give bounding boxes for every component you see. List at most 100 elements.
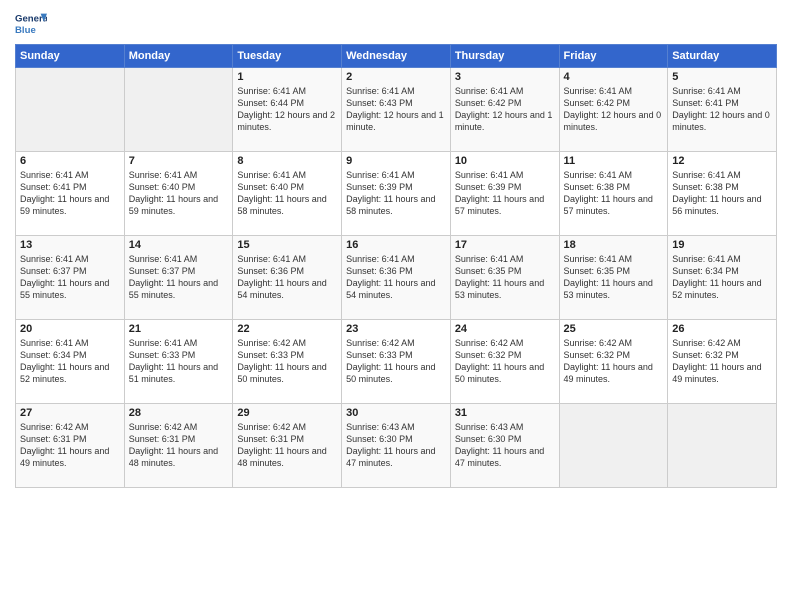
calendar-cell: 12 Sunrise: 6:41 AMSunset: 6:38 PMDayligh… <box>668 152 777 236</box>
cell-info: Sunrise: 6:41 AMSunset: 6:44 PMDaylight:… <box>237 86 335 132</box>
calendar-cell: 27 Sunrise: 6:42 AMSunset: 6:31 PMDayligh… <box>16 404 125 488</box>
calendar-cell: 10Sunrise: 6:41 AMSunset: 6:39 PMDayligh… <box>450 152 559 236</box>
day-number: 27 <box>20 407 120 419</box>
day-number: 5 <box>672 71 772 83</box>
day-header-wednesday: Wednesday <box>342 45 451 68</box>
day-number: 17 <box>455 239 555 251</box>
cell-info: Sunrise: 6:43 AMSunset: 6:30 PMDaylight:… <box>455 422 544 468</box>
day-number: 30 <box>346 407 446 419</box>
day-number: 31 <box>455 407 555 419</box>
day-number: 18 <box>564 239 664 251</box>
calendar-cell: 11 Sunrise: 6:41 AMSunset: 6:38 PMDayligh… <box>559 152 668 236</box>
cell-info: Sunrise: 6:41 AMSunset: 6:43 PMDaylight:… <box>346 86 444 132</box>
day-number: 15 <box>237 239 337 251</box>
day-number: 19 <box>672 239 772 251</box>
day-number: 20 <box>20 323 120 335</box>
cell-info: Sunrise: 6:41 AMSunset: 6:34 PMDaylight:… <box>672 254 761 300</box>
week-row-2: 6 Sunrise: 6:41 AMSunset: 6:41 PMDaylight… <box>16 152 777 236</box>
day-number: 8 <box>237 155 337 167</box>
cell-info: Sunrise: 6:41 AMSunset: 6:36 PMDaylight:… <box>237 254 326 300</box>
day-number: 1 <box>237 71 337 83</box>
day-number: 22 <box>237 323 337 335</box>
calendar-cell <box>16 68 125 152</box>
cell-info: Sunrise: 6:42 AMSunset: 6:32 PMDaylight:… <box>455 338 544 384</box>
cell-info: Sunrise: 6:41 AMSunset: 6:40 PMDaylight:… <box>129 170 218 216</box>
day-number: 12 <box>672 155 772 167</box>
cell-info: Sunrise: 6:41 AMSunset: 6:34 PMDaylight:… <box>20 338 109 384</box>
day-number: 28 <box>129 407 229 419</box>
cell-info: Sunrise: 6:41 AMSunset: 6:38 PMDaylight:… <box>564 170 653 216</box>
calendar-cell: 14 Sunrise: 6:41 AMSunset: 6:37 PMDayligh… <box>124 236 233 320</box>
calendar-cell: 7Sunrise: 6:41 AMSunset: 6:40 PMDaylight… <box>124 152 233 236</box>
cell-info: Sunrise: 6:41 AMSunset: 6:41 PMDaylight:… <box>672 86 770 132</box>
week-row-4: 20 Sunrise: 6:41 AMSunset: 6:34 PMDayligh… <box>16 320 777 404</box>
calendar-cell: 3Sunrise: 6:41 AMSunset: 6:42 PMDaylight… <box>450 68 559 152</box>
cell-info: Sunrise: 6:41 AMSunset: 6:39 PMDaylight:… <box>346 170 435 216</box>
day-number: 6 <box>20 155 120 167</box>
week-row-3: 13 Sunrise: 6:41 AMSunset: 6:37 PMDayligh… <box>16 236 777 320</box>
day-header-tuesday: Tuesday <box>233 45 342 68</box>
day-header-monday: Monday <box>124 45 233 68</box>
calendar-cell: 30 Sunrise: 6:43 AMSunset: 6:30 PMDayligh… <box>342 404 451 488</box>
day-number: 21 <box>129 323 229 335</box>
calendar-cell: 23Sunrise: 6:42 AMSunset: 6:33 PMDayligh… <box>342 320 451 404</box>
calendar-cell: 4Sunrise: 6:41 AMSunset: 6:42 PMDaylight… <box>559 68 668 152</box>
calendar-cell: 17 Sunrise: 6:41 AMSunset: 6:35 PMDayligh… <box>450 236 559 320</box>
day-header-saturday: Saturday <box>668 45 777 68</box>
day-number: 26 <box>672 323 772 335</box>
calendar-cell: 24Sunrise: 6:42 AMSunset: 6:32 PMDayligh… <box>450 320 559 404</box>
cell-info: Sunrise: 6:43 AMSunset: 6:30 PMDaylight:… <box>346 422 435 468</box>
calendar-table: SundayMondayTuesdayWednesdayThursdayFrid… <box>15 44 777 488</box>
cell-info: Sunrise: 6:42 AMSunset: 6:31 PMDaylight:… <box>129 422 218 468</box>
cell-info: Sunrise: 6:41 AMSunset: 6:41 PMDaylight:… <box>20 170 109 216</box>
cell-info: Sunrise: 6:42 AMSunset: 6:31 PMDaylight:… <box>237 422 326 468</box>
calendar-cell: 6 Sunrise: 6:41 AMSunset: 6:41 PMDaylight… <box>16 152 125 236</box>
calendar-cell <box>559 404 668 488</box>
calendar-cell: 18 Sunrise: 6:41 AMSunset: 6:35 PMDayligh… <box>559 236 668 320</box>
calendar-cell: 19 Sunrise: 6:41 AMSunset: 6:34 PMDayligh… <box>668 236 777 320</box>
days-header-row: SundayMondayTuesdayWednesdayThursdayFrid… <box>16 45 777 68</box>
calendar-cell: 2Sunrise: 6:41 AMSunset: 6:43 PMDaylight… <box>342 68 451 152</box>
cell-info: Sunrise: 6:42 AMSunset: 6:31 PMDaylight:… <box>20 422 109 468</box>
calendar-cell: 16 Sunrise: 6:41 AMSunset: 6:36 PMDayligh… <box>342 236 451 320</box>
calendar-cell: 29 Sunrise: 6:42 AMSunset: 6:31 PMDayligh… <box>233 404 342 488</box>
cell-info: Sunrise: 6:41 AMSunset: 6:33 PMDaylight:… <box>129 338 218 384</box>
day-number: 10 <box>455 155 555 167</box>
calendar-cell: 8Sunrise: 6:41 AMSunset: 6:40 PMDaylight… <box>233 152 342 236</box>
calendar-cell: 13 Sunrise: 6:41 AMSunset: 6:37 PMDayligh… <box>16 236 125 320</box>
calendar-cell <box>124 68 233 152</box>
day-header-thursday: Thursday <box>450 45 559 68</box>
calendar-cell: 25Sunrise: 6:42 AMSunset: 6:32 PMDayligh… <box>559 320 668 404</box>
day-number: 9 <box>346 155 446 167</box>
header: General Blue <box>15 10 777 38</box>
day-number: 29 <box>237 407 337 419</box>
week-row-1: 1 Sunrise: 6:41 AMSunset: 6:44 PMDaylight… <box>16 68 777 152</box>
calendar-cell: 5 Sunrise: 6:41 AMSunset: 6:41 PMDaylight… <box>668 68 777 152</box>
day-number: 13 <box>20 239 120 251</box>
calendar-cell: 20 Sunrise: 6:41 AMSunset: 6:34 PMDayligh… <box>16 320 125 404</box>
svg-text:Blue: Blue <box>15 25 36 36</box>
cell-info: Sunrise: 6:41 AMSunset: 6:37 PMDaylight:… <box>129 254 218 300</box>
cell-info: Sunrise: 6:42 AMSunset: 6:33 PMDaylight:… <box>346 338 435 384</box>
week-row-5: 27 Sunrise: 6:42 AMSunset: 6:31 PMDayligh… <box>16 404 777 488</box>
calendar-cell: 31 Sunrise: 6:43 AMSunset: 6:30 PMDayligh… <box>450 404 559 488</box>
calendar-cell: 9 Sunrise: 6:41 AMSunset: 6:39 PMDaylight… <box>342 152 451 236</box>
day-number: 14 <box>129 239 229 251</box>
day-number: 16 <box>346 239 446 251</box>
cell-info: Sunrise: 6:42 AMSunset: 6:33 PMDaylight:… <box>237 338 326 384</box>
cell-info: Sunrise: 6:41 AMSunset: 6:42 PMDaylight:… <box>455 86 553 132</box>
cell-info: Sunrise: 6:41 AMSunset: 6:35 PMDaylight:… <box>455 254 544 300</box>
calendar-cell <box>668 404 777 488</box>
calendar-cell: 22 Sunrise: 6:42 AMSunset: 6:33 PMDayligh… <box>233 320 342 404</box>
cell-info: Sunrise: 6:41 AMSunset: 6:42 PMDaylight:… <box>564 86 662 132</box>
generalblue-logo-icon: General Blue <box>15 10 47 38</box>
calendar-cell: 26 Sunrise: 6:42 AMSunset: 6:32 PMDayligh… <box>668 320 777 404</box>
day-number: 11 <box>564 155 664 167</box>
day-number: 25 <box>564 323 664 335</box>
cell-info: Sunrise: 6:41 AMSunset: 6:35 PMDaylight:… <box>564 254 653 300</box>
cell-info: Sunrise: 6:41 AMSunset: 6:37 PMDaylight:… <box>20 254 109 300</box>
calendar-cell: 1 Sunrise: 6:41 AMSunset: 6:44 PMDaylight… <box>233 68 342 152</box>
cell-info: Sunrise: 6:42 AMSunset: 6:32 PMDaylight:… <box>672 338 761 384</box>
cell-info: Sunrise: 6:41 AMSunset: 6:36 PMDaylight:… <box>346 254 435 300</box>
cell-info: Sunrise: 6:41 AMSunset: 6:38 PMDaylight:… <box>672 170 761 216</box>
